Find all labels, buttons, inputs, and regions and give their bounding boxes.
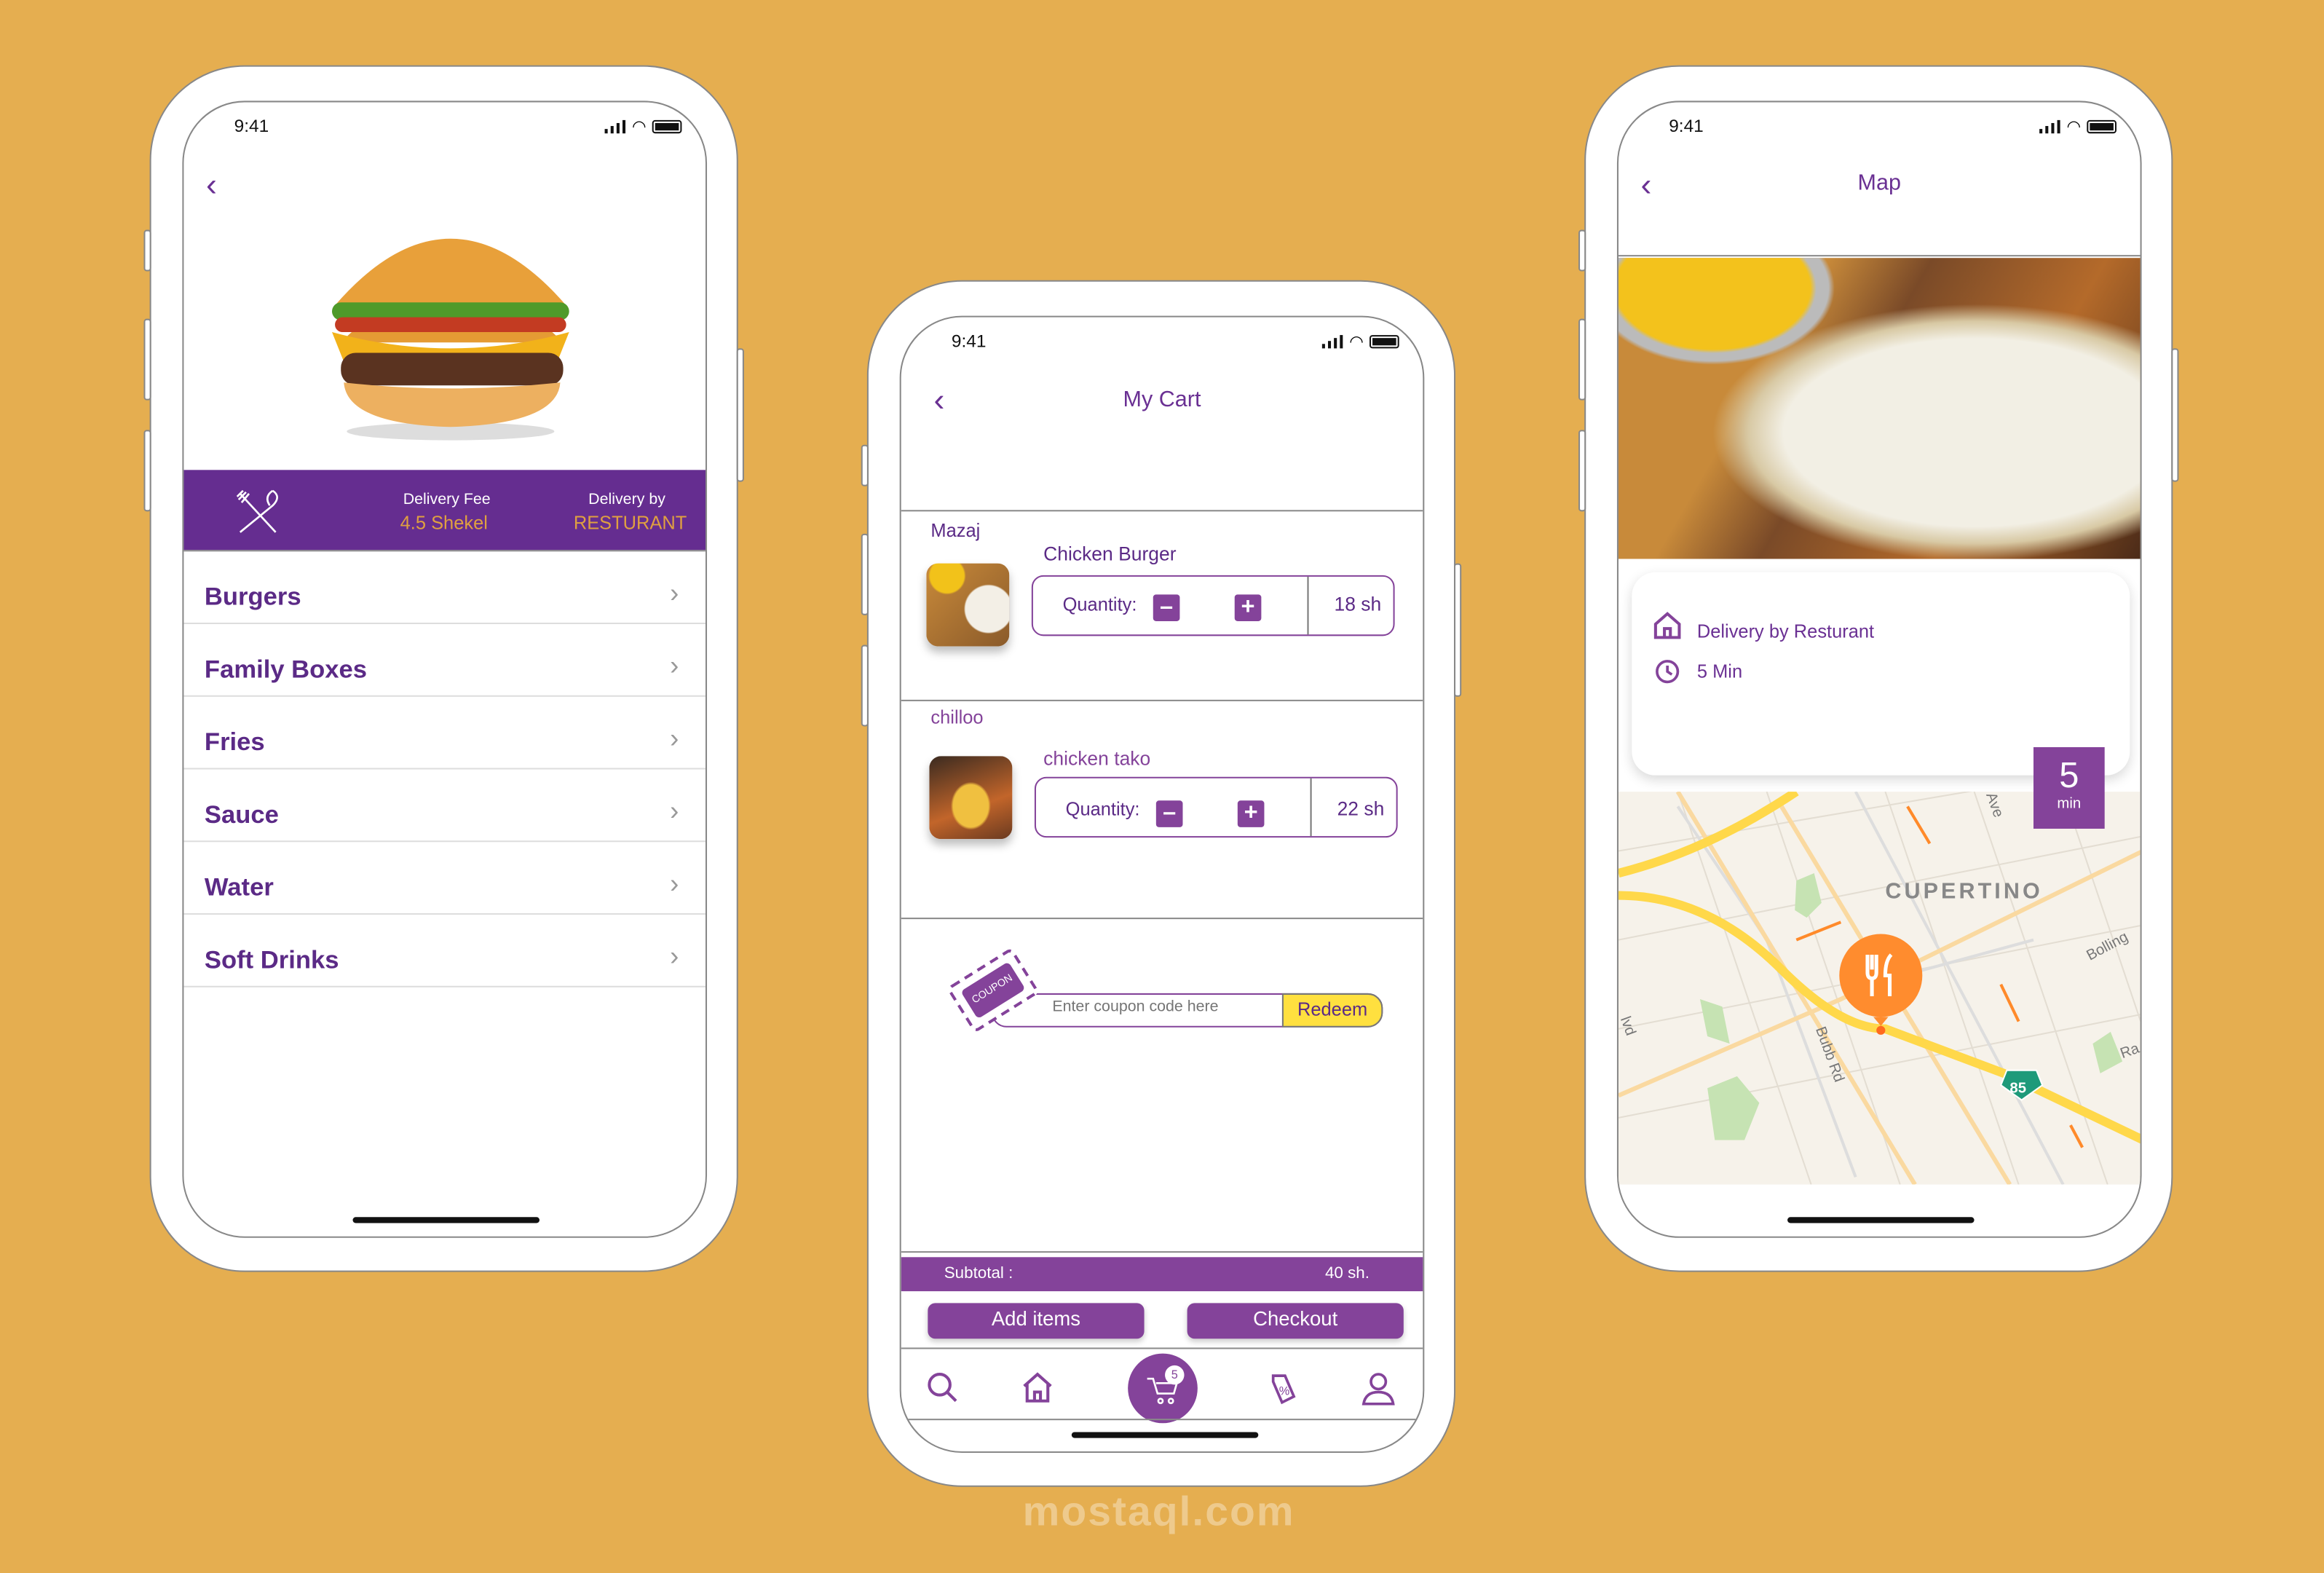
chevron-right-icon: › bbox=[670, 868, 679, 899]
category-soft-drinks[interactable]: Soft Drinks › bbox=[183, 915, 706, 987]
item-price: 18 sh bbox=[1334, 593, 1382, 615]
restaurant-name: Mazaj bbox=[930, 520, 981, 542]
add-items-button[interactable]: Add items bbox=[928, 1303, 1145, 1339]
coupon-code-field[interactable] bbox=[1052, 998, 1275, 1016]
increase-button[interactable]: + bbox=[1237, 800, 1265, 827]
home-icon[interactable] bbox=[1020, 1370, 1056, 1406]
chevron-right-icon: › bbox=[670, 723, 679, 754]
status-time: 9:41 bbox=[1669, 115, 1704, 137]
watermark: mostaql.com bbox=[1022, 1488, 1295, 1534]
chevron-right-icon: › bbox=[670, 577, 679, 608]
subtotal-bar: Subtotal : 40 sh. bbox=[901, 1257, 1423, 1292]
category-family-boxes[interactable]: Family Boxes › bbox=[183, 624, 706, 697]
redeem-button[interactable]: Redeem bbox=[1281, 993, 1383, 1028]
eta-text: 5 Min bbox=[1696, 661, 1743, 682]
chevron-right-icon: › bbox=[670, 650, 679, 681]
restaurant-name: chilloo bbox=[930, 707, 984, 728]
subtotal-label: Subtotal : bbox=[944, 1264, 1013, 1282]
wifi-icon: ◠ bbox=[632, 118, 647, 137]
status-time: 9:41 bbox=[234, 115, 269, 137]
phone-map: 9:41 ◠ ‹ Map Delivery by Resturant 5 Min bbox=[1578, 65, 2179, 1272]
delivery-info-band: Delivery Fee 4.5 Shekel Delivery by REST… bbox=[183, 470, 706, 551]
item-name: chicken tako bbox=[1043, 746, 1151, 770]
chevron-right-icon: › bbox=[670, 941, 679, 971]
burger-image bbox=[331, 238, 569, 441]
coupon-input[interactable]: Redeem bbox=[991, 993, 1383, 1028]
home-indicator[interactable] bbox=[352, 1217, 540, 1223]
status-icons: ◠ bbox=[1321, 332, 1399, 352]
delivery-by-text: Delivery by Resturant bbox=[1696, 620, 1875, 642]
battery-icon bbox=[2087, 119, 2116, 134]
map-screen: 9:41 ◠ ‹ Map Delivery by Resturant 5 Min bbox=[1616, 100, 2142, 1238]
category-sauce[interactable]: Sauce › bbox=[183, 770, 706, 843]
svg-text:85: 85 bbox=[2009, 1080, 2026, 1096]
svg-text:%: % bbox=[1279, 1385, 1289, 1398]
profile-icon[interactable] bbox=[1361, 1370, 1396, 1406]
chicken-burger-image bbox=[926, 563, 1010, 647]
phone-cart: 9:41 ◠ ‹ My Cart Mazaj Chicken Burger Qu… bbox=[861, 280, 1462, 1487]
item-price: 22 sh bbox=[1337, 797, 1385, 820]
signal-icon bbox=[2039, 119, 2061, 134]
clock-icon bbox=[1656, 660, 1680, 684]
delivery-fee-value: 4.5 Shekel bbox=[400, 513, 488, 534]
category-fries[interactable]: Fries › bbox=[183, 697, 706, 770]
eta-badge: 5 min bbox=[2033, 746, 2105, 829]
map-view[interactable]: CUPERTINO Bubb Rd Bolling Ave Ra lvd 85 bbox=[1618, 792, 2142, 1185]
decrease-button[interactable]: – bbox=[1153, 594, 1180, 621]
quantity-stepper: Quantity: – + 22 sh bbox=[1034, 776, 1398, 838]
phone-menu: 9:41 ◠ ‹ Delivery Fee 4.5 Shekel Deliver… bbox=[143, 65, 744, 1272]
delivery-by-label: Delivery by bbox=[588, 490, 665, 509]
category-water[interactable]: Water › bbox=[183, 842, 706, 915]
house-icon bbox=[1653, 612, 1681, 639]
menu-screen: 9:41 ◠ ‹ Delivery Fee 4.5 Shekel Deliver… bbox=[182, 100, 708, 1238]
wifi-icon: ◠ bbox=[1349, 334, 1364, 352]
delivery-by-value: RESTURANT bbox=[573, 513, 687, 534]
signal-icon bbox=[1321, 335, 1344, 349]
quantity-stepper: Quantity: – + 18 sh bbox=[1031, 575, 1395, 636]
decrease-button[interactable]: – bbox=[1155, 800, 1183, 827]
checkout-button[interactable]: Checkout bbox=[1187, 1303, 1404, 1339]
offers-tag-icon[interactable]: % bbox=[1265, 1370, 1301, 1406]
signal-icon bbox=[604, 119, 626, 134]
battery-icon bbox=[652, 119, 682, 134]
cart-badge: 5 bbox=[1165, 1365, 1185, 1385]
delivery-fee-label: Delivery Fee bbox=[403, 490, 491, 509]
page-title: Map bbox=[1857, 170, 1901, 196]
status-icons: ◠ bbox=[604, 117, 682, 137]
back-button[interactable]: ‹ bbox=[206, 166, 217, 205]
cart-screen: 9:41 ◠ ‹ My Cart Mazaj Chicken Burger Qu… bbox=[899, 315, 1425, 1453]
home-indicator[interactable] bbox=[1787, 1217, 1975, 1223]
delivery-card: Delivery by Resturant 5 Min bbox=[1632, 572, 2130, 776]
increase-button[interactable]: + bbox=[1234, 594, 1262, 621]
cart-nav-button[interactable]: 5 bbox=[1128, 1353, 1198, 1424]
map-label-city: CUPERTINO bbox=[1885, 879, 2042, 904]
status-time: 9:41 bbox=[951, 330, 987, 352]
wifi-icon: ◠ bbox=[2066, 118, 2082, 137]
chicken-tako-image bbox=[929, 756, 1013, 840]
food-image bbox=[1618, 258, 2141, 559]
search-icon[interactable] bbox=[925, 1370, 960, 1406]
subtotal-value: 40 sh. bbox=[1324, 1264, 1370, 1282]
fork-spoon-icon bbox=[236, 489, 278, 533]
battery-icon bbox=[1369, 335, 1399, 349]
item-name: Chicken Burger bbox=[1043, 543, 1177, 565]
status-icons: ◠ bbox=[2039, 117, 2116, 136]
page-title: My Cart bbox=[1123, 387, 1201, 412]
category-burgers[interactable]: Burgers › bbox=[183, 551, 706, 625]
home-indicator[interactable] bbox=[1071, 1432, 1259, 1438]
chevron-right-icon: › bbox=[670, 796, 679, 826]
